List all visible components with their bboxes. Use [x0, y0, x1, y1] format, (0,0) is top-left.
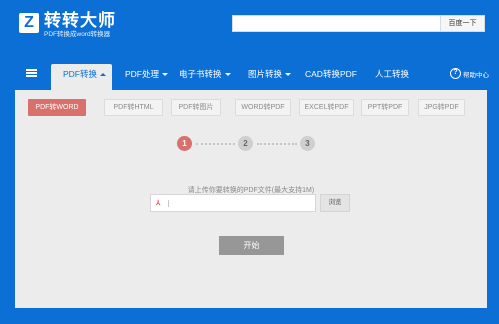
tab-pdf-to-image[interactable]: PDF转图片 — [171, 99, 221, 116]
page-background-bottom — [0, 308, 499, 324]
chevron-up-icon — [100, 73, 107, 77]
logo[interactable]: Z 转转大师 PDF转换成word转换器 — [19, 11, 116, 39]
brand-subtitle: PDF转换成word转换器 — [44, 31, 111, 38]
header: Z 转转大师 PDF转换成word转换器 百度一下 — [0, 0, 499, 52]
brand-title: 转转大师 — [44, 11, 116, 30]
search-input[interactable] — [233, 16, 440, 31]
progress-steps: 1 2 3 — [177, 136, 317, 152]
tab-pdf-to-word[interactable]: PDF转WORD — [28, 99, 86, 116]
tab-excel-to-pdf[interactable]: EXCEL转PDF — [299, 99, 354, 116]
pdf-file-icon: ⅄ — [156, 200, 161, 207]
browse-button[interactable]: 浏览 — [320, 194, 350, 212]
step-2: 2 — [238, 136, 253, 151]
chevron-down-icon — [162, 73, 169, 77]
text-cursor — [168, 200, 169, 207]
convert-panel: PDF转WORD PDF转HTML PDF转图片 WORD转PDF EXCEL转… — [15, 90, 487, 308]
main-nav: PDF转换 PDF处理 电子书转换 图片转换 CAD转换PDF 人工转换 ? 帮… — [0, 52, 499, 90]
nav-item-cad-convert[interactable]: CAD转换PDF — [305, 64, 357, 90]
tab-ppt-to-pdf[interactable]: PPT转PDF — [361, 99, 409, 116]
nav-item-pdf-process[interactable]: PDF处理 — [125, 64, 169, 90]
nav-item-image-convert[interactable]: 图片转换 — [248, 64, 292, 90]
chevron-down-icon — [224, 73, 231, 77]
search-button[interactable]: 百度一下 — [440, 16, 484, 31]
help-center-link[interactable]: ? 帮助中心 — [450, 68, 489, 79]
chevron-down-icon — [285, 73, 292, 77]
file-path-field[interactable]: ⅄ — [150, 194, 316, 212]
start-button[interactable]: 开始 — [219, 236, 284, 255]
nav-item-ebook-convert[interactable]: 电子书转换 — [179, 64, 231, 90]
tab-pdf-to-html[interactable]: PDF转HTML — [104, 99, 163, 116]
nav-item-pdf-convert[interactable]: PDF转换 — [51, 64, 112, 90]
menu-icon[interactable] — [26, 69, 37, 77]
help-icon: ? — [450, 68, 461, 79]
logo-icon: Z — [19, 13, 39, 33]
step-connector — [196, 143, 235, 145]
tab-jpg-to-pdf[interactable]: JPG转PDF — [418, 99, 465, 116]
step-connector — [257, 143, 297, 145]
search-box: 百度一下 — [232, 15, 485, 32]
nav-item-manual-convert[interactable]: 人工转换 — [375, 64, 409, 90]
help-center-label: 帮助中心 — [463, 71, 489, 79]
logo-letter: Z — [24, 14, 34, 31]
step-3: 3 — [300, 136, 315, 151]
tab-word-to-pdf[interactable]: WORD转PDF — [235, 99, 291, 116]
logo-text: 转转大师 PDF转换成word转换器 — [44, 11, 116, 39]
step-1: 1 — [177, 136, 192, 151]
